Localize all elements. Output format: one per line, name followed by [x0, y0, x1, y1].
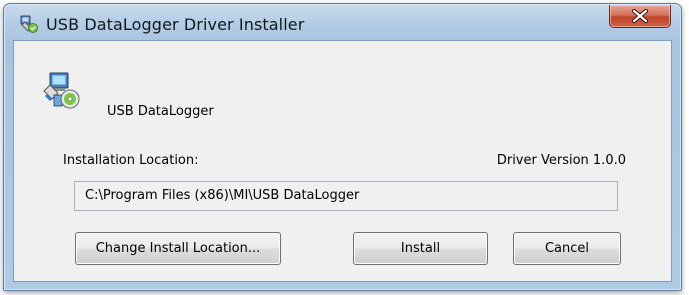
product-name: USB DataLogger — [107, 104, 214, 119]
install-path-field[interactable]: C:\Program Files (x86)\MI\USB DataLogger — [74, 181, 618, 211]
installer-package-icon — [42, 71, 82, 111]
title-bar[interactable]: USB DataLogger Driver Installer — [4, 4, 681, 42]
dialog-body: USB DataLogger Installation Location: Dr… — [13, 40, 672, 282]
window-title: USB DataLogger Driver Installer — [46, 15, 305, 34]
installer-window: USB DataLogger Driver Installer USB Data… — [3, 3, 682, 291]
installation-location-label: Installation Location: — [63, 153, 199, 168]
install-button[interactable]: Install — [353, 232, 488, 265]
installer-icon — [19, 14, 39, 34]
cancel-button[interactable]: Cancel — [513, 232, 621, 265]
close-icon — [631, 9, 649, 23]
change-install-location-button[interactable]: Change Install Location... — [75, 232, 281, 265]
close-button[interactable] — [609, 5, 671, 28]
driver-version-label: Driver Version 1.0.0 — [496, 153, 626, 168]
